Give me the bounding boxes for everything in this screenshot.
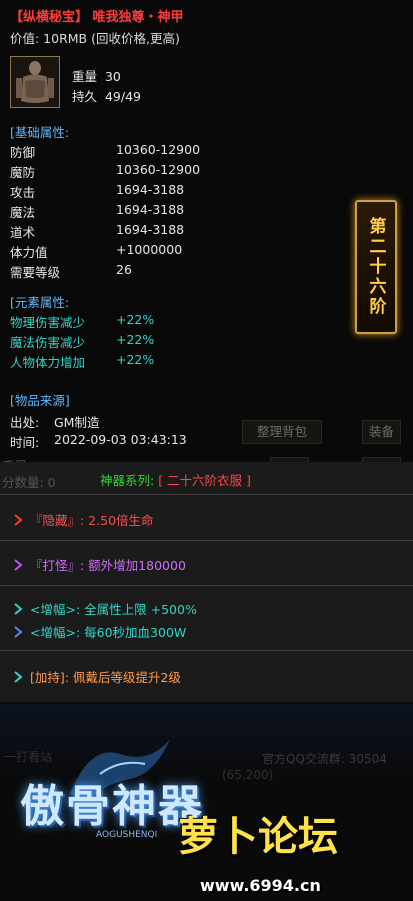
divider [0,540,413,541]
effect-text: <增幅>: 全属性上限 +500% [30,602,197,617]
series-label: 神器系列: [100,473,155,488]
stat-value: 26 [116,262,132,277]
forum-watermark-url: www.6994.cn [200,876,321,895]
item-portrait [10,56,60,108]
item-name: 唯我独尊・神甲 [92,10,184,25]
origin-value: GM制造 [54,415,100,430]
time-label: 时间: [10,435,40,450]
game-logo-area: 一打看站 官方QQ交流群: 30504 (65,200) 傲骨神器 AOGUSH… [0,704,413,901]
equip-button[interactable]: 装备 [362,420,402,444]
series-value: [ 二十六阶衣服 ] [158,473,251,488]
element-value: +22% [116,312,155,327]
stat-label: 魔防 [10,165,36,180]
effect-line: 『打怪』: 额外增加180000 [12,555,186,574]
stat-value: 10360-12900 [116,142,201,157]
durability-row: 持久 49/49 [72,86,141,105]
element-value: +22% [116,332,155,347]
chevron-right-icon [12,602,24,615]
origin-label: 出处: [10,415,40,430]
source-heading: [物品来源] [10,393,70,408]
stat-value: 1694-3188 [116,202,185,217]
effect-text: <增幅>: 每60秒加血300W [30,625,187,640]
chat-fragment: 官方QQ交流群: 30504 [262,752,387,766]
element-value: +22% [116,352,155,367]
item-title: 【纵横秘宝】 唯我独尊・神甲 [10,6,184,25]
stat-label: 道术 [10,225,36,240]
weight-label: 重量 [72,69,98,84]
stat-value: +1000000 [116,242,183,257]
chevron-right-icon [12,513,24,526]
chat-fragment: (65,200) [222,768,274,782]
divider [0,585,413,586]
element-label: 魔法伤害减少 [10,335,86,350]
element-label: 人物体力增加 [10,355,86,370]
effect-line: [加持]: 佩戴后等级提升2级 [12,667,181,686]
durability-label: 持久 [72,89,98,104]
stat-label: 需要等级 [10,265,61,280]
forum-watermark: 萝卜论坛 [178,814,338,860]
game-logo: 傲骨神器 [20,781,204,832]
armor-figure-icon [11,57,59,107]
stat-value: 10360-12900 [116,162,201,177]
effects-panel: 分数量: 0 [0,462,413,702]
chat-fragment: 一打看站 [4,750,53,764]
effect-line: 『隐藏』: 2.50倍生命 [12,510,154,529]
effect-line: <增幅>: 每60秒加血300W [12,622,186,641]
item-tooltip: 【纵横秘宝】 唯我独尊・神甲 价值: 10RMB (回收价格,更高) 重量 30… [0,0,413,460]
chevron-right-icon [12,558,24,571]
item-price: 价值: 10RMB (回收价格,更高) [10,31,180,46]
weight-value: 30 [104,69,121,84]
chevron-right-icon [12,625,24,638]
time-value: 2022-09-03 03:43:13 [54,432,187,447]
effect-text: [加持]: 佩戴后等级提升2级 [30,670,181,685]
effect-text: 『隐藏』: 2.50倍生命 [30,513,154,528]
effect-line: <增幅>: 全属性上限 +500% [12,599,197,618]
organize-bag-button[interactable]: 整理背包 [242,420,323,444]
effect-text: 『打怪』: 额外增加180000 [30,558,186,573]
artifact-series: 神器系列: [ 二十六阶衣服 ] [100,470,251,489]
item-tag: 【纵横秘宝】 [10,10,89,25]
stat-label: 体力值 [10,245,48,260]
tier-badge: 第二十六阶 [355,200,397,334]
stat-label: 魔法 [10,205,36,220]
element-stats-heading: [元素属性: [10,295,70,310]
game-logo-subtitle: AOGUSHENQI [96,830,158,840]
stat-label: 防御 [10,145,36,160]
divider [0,650,413,651]
element-label: 物理伤害减少 [10,315,86,330]
stat-label: 攻击 [10,185,36,200]
bag-count-label: 分数量: 0 [2,475,56,490]
durability-value: 49/49 [104,89,141,104]
stat-value: 1694-3188 [116,222,185,237]
weight-row: 重量 30 [72,66,121,85]
stat-value: 1694-3188 [116,182,185,197]
base-stats-heading: [基础属性: [10,125,70,140]
divider [0,494,413,495]
chevron-right-icon [12,670,24,683]
